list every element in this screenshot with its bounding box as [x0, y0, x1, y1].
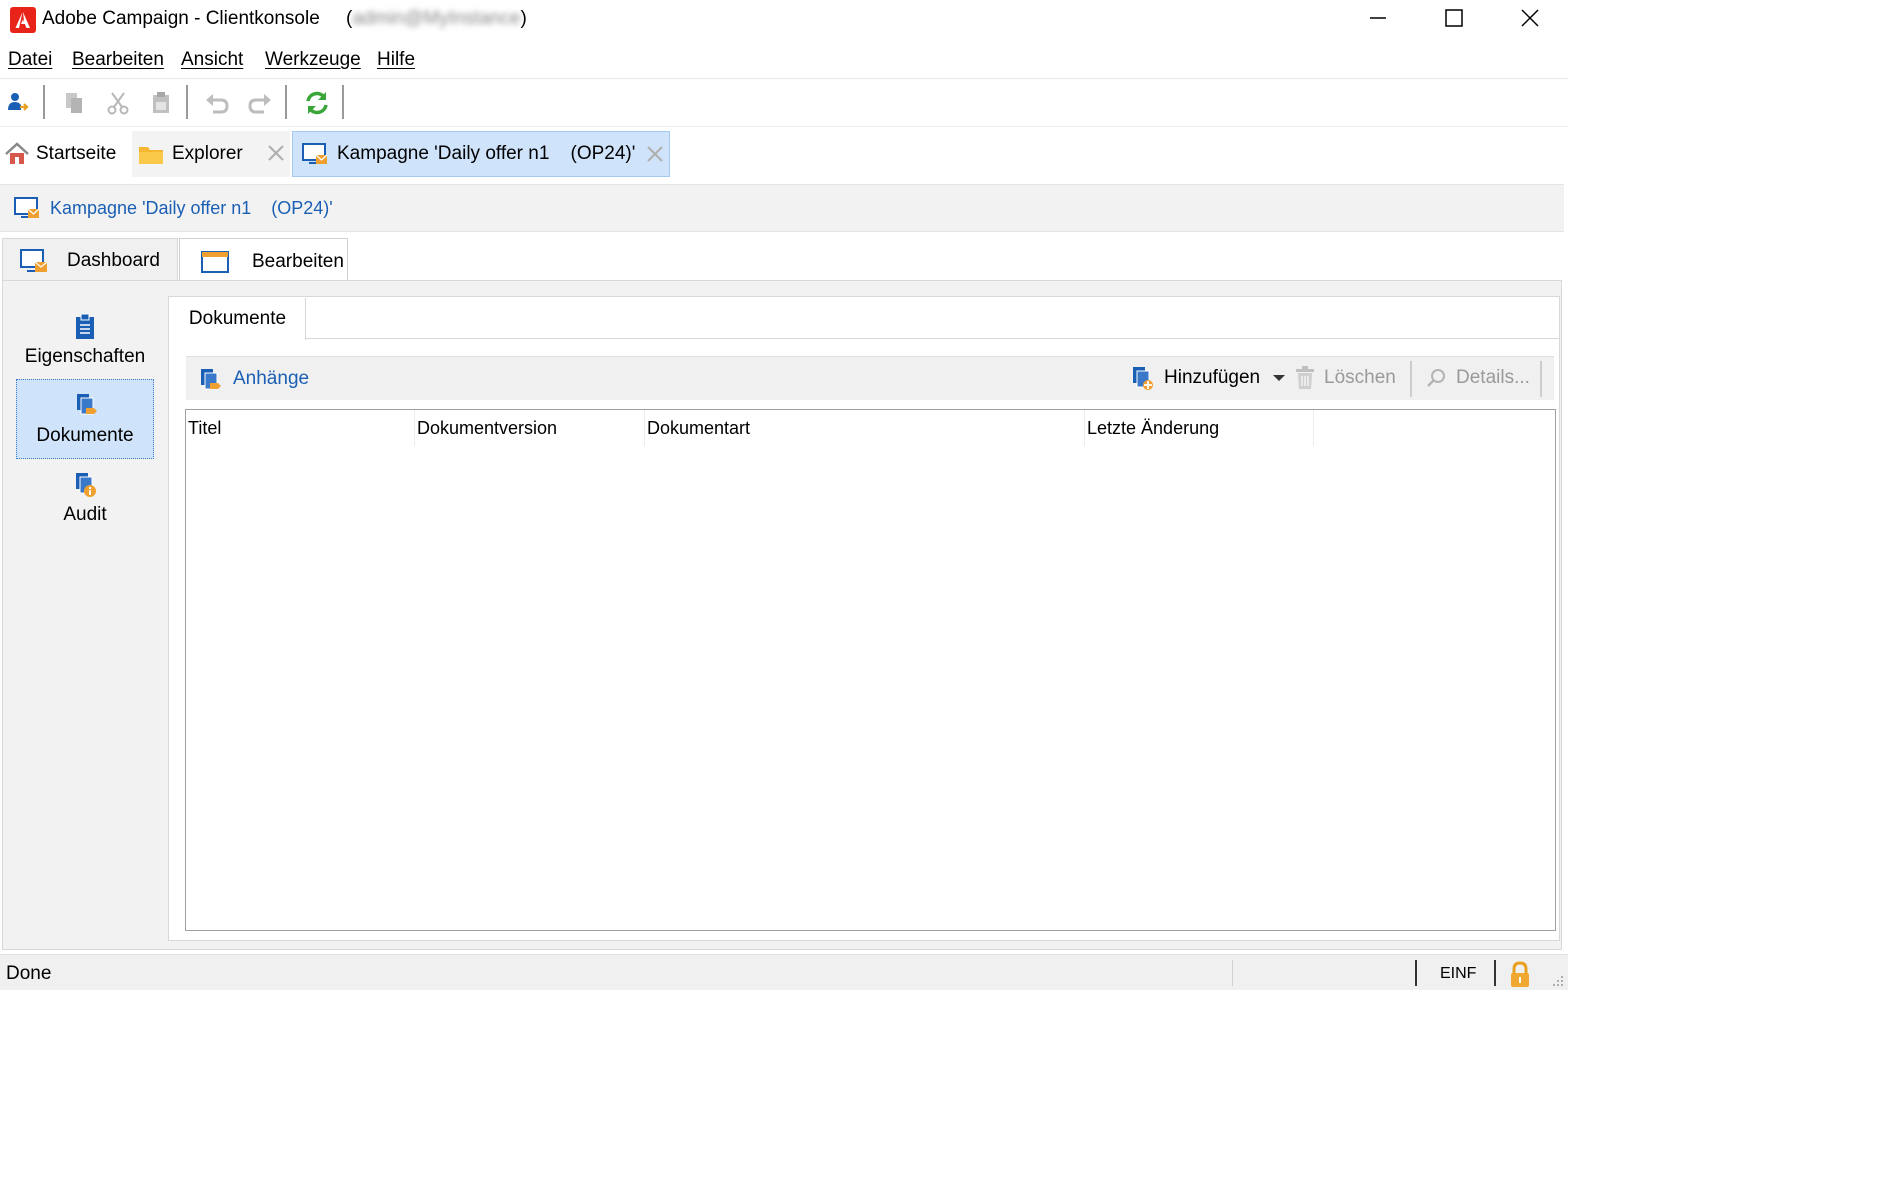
maximize-button[interactable] — [1426, 0, 1482, 40]
window-title: Adobe Campaign - Clientkonsole — [42, 8, 320, 29]
cut-icon[interactable] — [100, 85, 136, 121]
status-bar: Done EINF — [0, 954, 1568, 990]
redo-icon[interactable] — [242, 85, 278, 121]
breadcrumb: Kampagne 'Daily offer n1 (OP24)' — [0, 184, 1564, 232]
column-header-titel[interactable]: Titel — [186, 410, 415, 446]
connect-icon[interactable] — [0, 85, 36, 121]
tab-dashboard[interactable]: Dashboard — [2, 238, 178, 282]
attachments-icon — [198, 366, 224, 394]
paste-icon[interactable] — [143, 85, 179, 121]
campaign-icon — [13, 195, 41, 221]
tab-kampagne[interactable]: Kampagne 'Daily offer n1 (OP24)' — [292, 131, 670, 177]
menu-bar: Datei Bearbeiten Ansicht Werkzeuge Hilfe — [0, 44, 1568, 76]
refresh-icon[interactable] — [299, 85, 335, 121]
menu-bearbeiten[interactable]: Bearbeiten — [72, 49, 164, 71]
title-bar: Adobe Campaign - Clientkonsole (admin@My… — [0, 0, 1568, 40]
sidebar-item-label: Eigenschaften — [24, 346, 146, 367]
tab-dokumente[interactable]: Dokumente — [170, 298, 306, 340]
minimize-button[interactable] — [1350, 0, 1406, 40]
breadcrumb-label[interactable]: Kampagne 'Daily offer n1 (OP24)' — [50, 198, 333, 219]
list-toolbar: Anhänge Hinzufügen Löschen Details... — [186, 356, 1554, 400]
close-tab-icon[interactable] — [645, 144, 665, 164]
user-blurred: admin@MyInstance — [352, 8, 521, 29]
tab-label: Startseite — [36, 143, 117, 164]
menu-hilfe[interactable]: Hilfe — [377, 49, 415, 71]
edit-window-icon — [200, 249, 230, 275]
maximize-icon — [1445, 8, 1463, 32]
user-close-paren: ) — [520, 8, 527, 29]
menu-werkzeuge[interactable]: Werkzeuge — [265, 49, 361, 71]
lock-icon — [1508, 961, 1532, 989]
tab-startseite[interactable]: Startseite — [4, 131, 130, 177]
menu-ansicht[interactable]: Ansicht — [181, 49, 243, 71]
column-header-letzte-aenderung[interactable]: Letzte Änderung — [1085, 410, 1314, 446]
add-icon — [1130, 364, 1156, 392]
tab-label: Kampagne 'Daily offer n1 (OP24)' — [337, 143, 636, 164]
home-icon — [4, 141, 30, 167]
magnifier-icon — [1426, 367, 1448, 389]
campaign-icon — [301, 141, 329, 167]
clipboard-icon — [73, 312, 97, 340]
delete-label: Löschen — [1324, 367, 1396, 388]
delete-button[interactable]: Löschen — [1294, 357, 1396, 399]
status-text: Done — [6, 963, 52, 984]
add-button[interactable]: Hinzufügen — [1130, 357, 1286, 399]
details-button[interactable]: Details... — [1426, 357, 1536, 399]
chevron-down-icon[interactable] — [1272, 373, 1286, 383]
trash-icon — [1294, 365, 1316, 391]
tab-bearbeiten[interactable]: Bearbeiten — [179, 238, 348, 284]
tab-explorer[interactable]: Explorer — [132, 131, 290, 177]
input-mode: EINF — [1440, 965, 1477, 982]
close-icon — [1521, 8, 1539, 32]
close-button[interactable] — [1502, 0, 1558, 40]
audit-icon — [72, 470, 98, 498]
add-label: Hinzufügen — [1164, 367, 1261, 388]
main-tab-label: Dashboard — [67, 249, 160, 271]
resize-grip-icon[interactable] — [1550, 973, 1564, 987]
sidebar-item-audit[interactable]: Audit — [16, 458, 154, 538]
sidebar-item-label: Audit — [63, 504, 107, 525]
minimize-icon — [1369, 9, 1387, 32]
copy-icon[interactable] — [56, 85, 92, 121]
toolbar — [0, 78, 1568, 124]
documents-icon — [72, 391, 98, 419]
sidebar-item-eigenschaften[interactable]: Eigenschaften — [16, 300, 154, 380]
list-title: Anhänge — [233, 368, 310, 389]
details-label: Details... — [1456, 367, 1530, 388]
menu-datei[interactable]: Datei — [8, 49, 52, 71]
main-tab-label: Bearbeiten — [252, 250, 344, 272]
sidebar-item-dokumente[interactable]: Dokumente — [16, 379, 154, 459]
undo-icon[interactable] — [199, 85, 235, 121]
adobe-logo-icon — [10, 7, 36, 33]
sidebar-item-label: Dokumente — [36, 425, 134, 446]
tab-label: Explorer — [172, 143, 243, 164]
close-tab-icon[interactable] — [266, 143, 286, 163]
document-tabs: Startseite Explorer Kampagne 'Daily offe… — [0, 126, 1568, 178]
documents-grid[interactable]: Titel Dokumentversion Dokumentart Letzte… — [185, 409, 1556, 931]
column-header-dokumentversion[interactable]: Dokumentversion — [415, 410, 645, 446]
column-header-dokumentart[interactable]: Dokumentart — [645, 410, 1085, 446]
window-user: (admin@MyInstance) — [346, 8, 527, 30]
folder-icon — [138, 143, 164, 165]
dashboard-icon — [19, 247, 49, 275]
